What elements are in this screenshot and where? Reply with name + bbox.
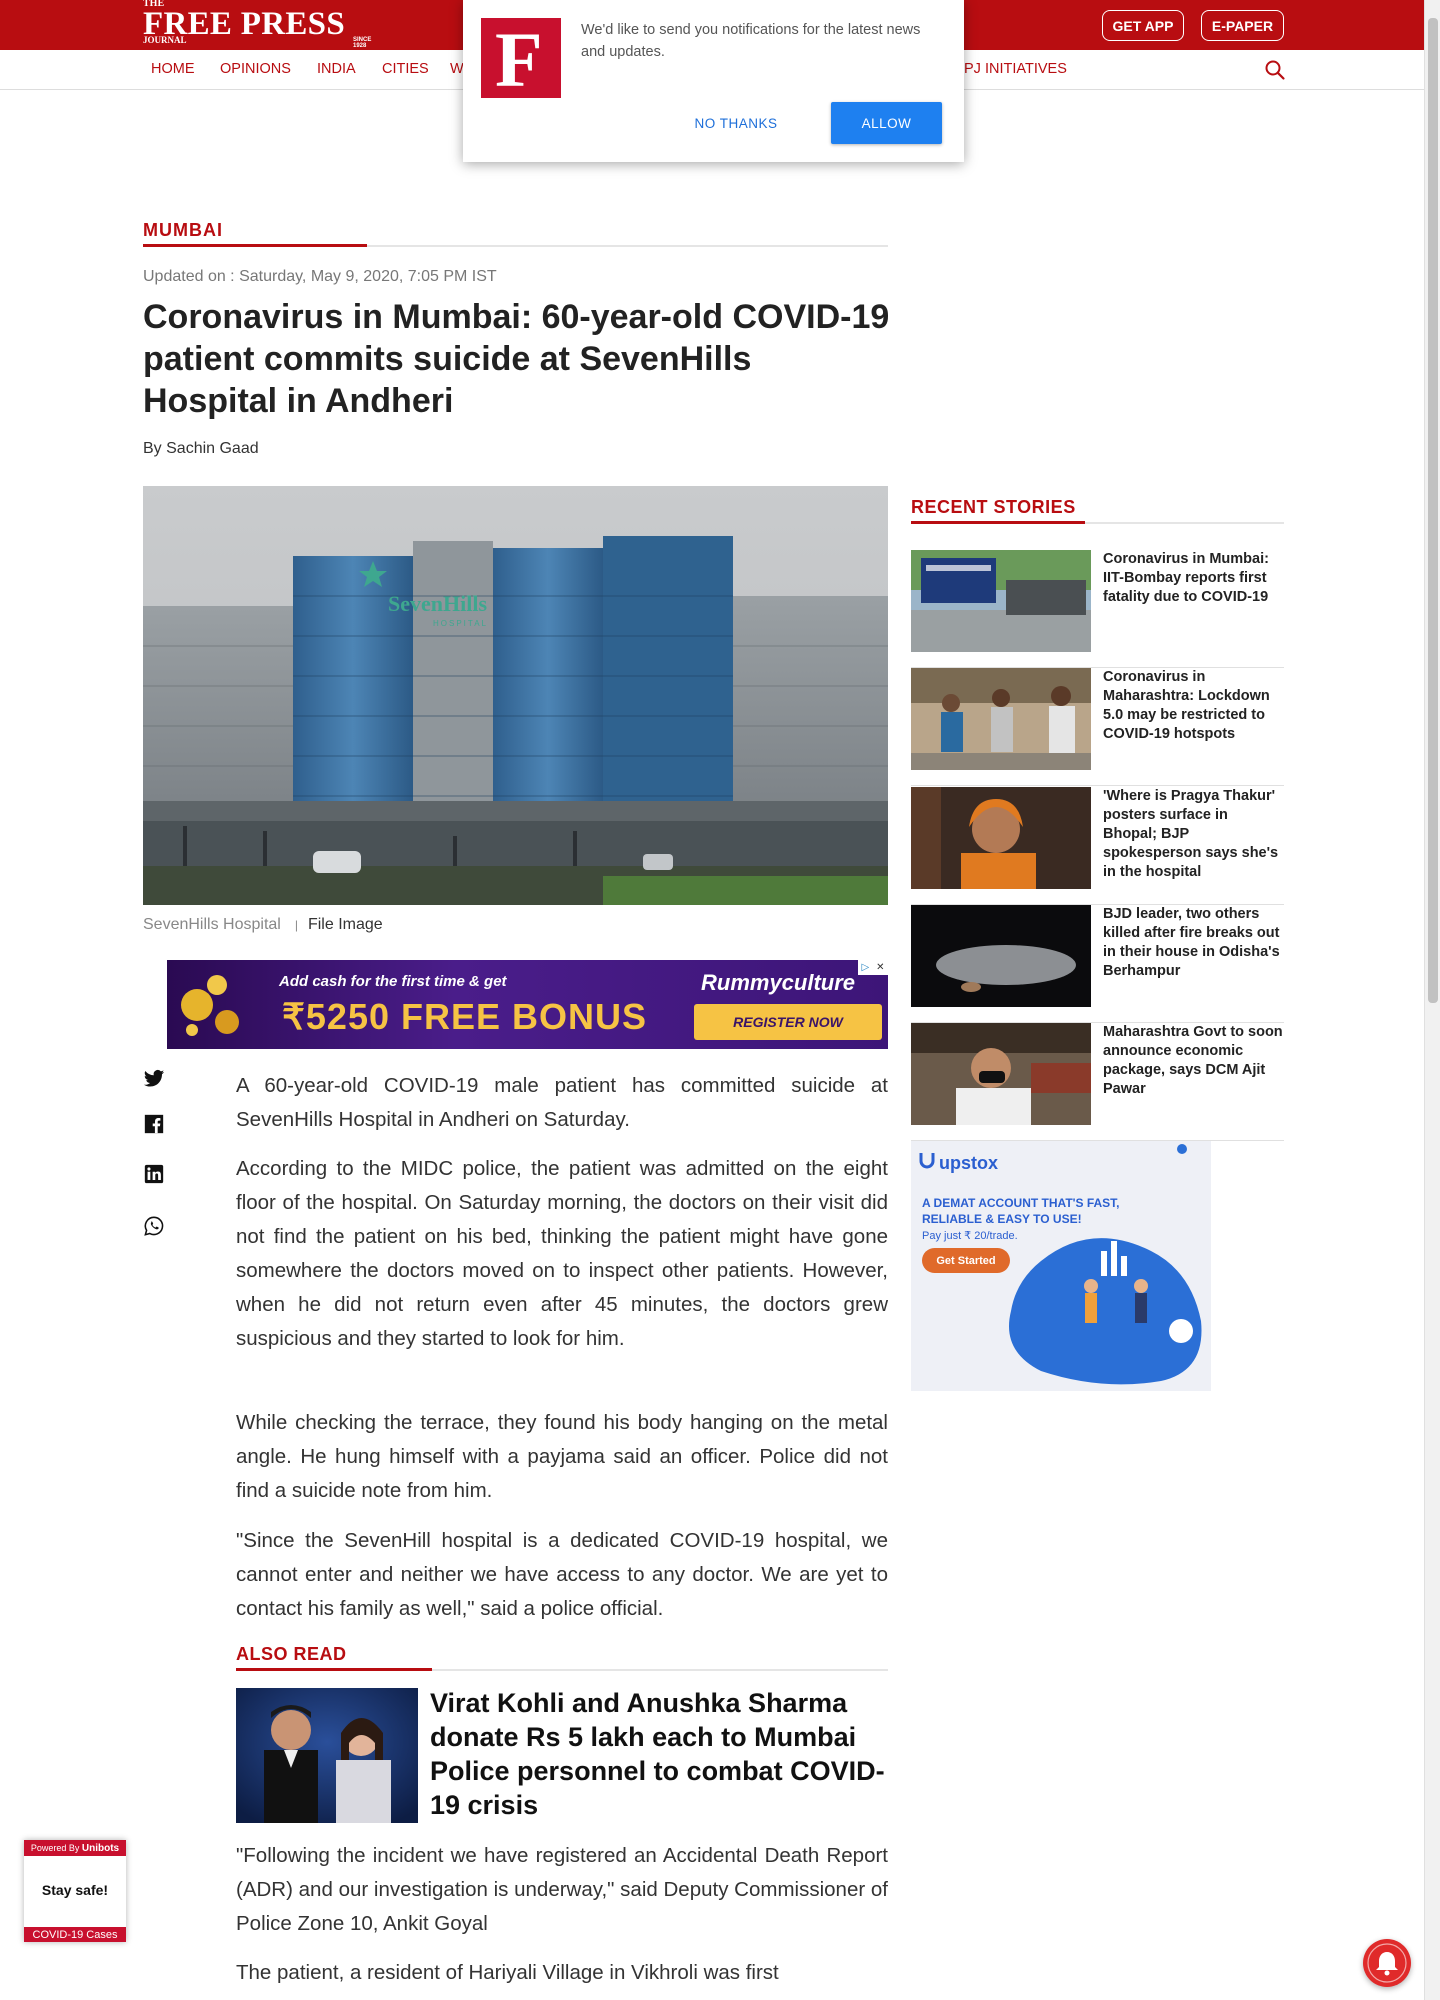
article-paragraph: The patient, a resident of Hariyali Vill… bbox=[236, 1961, 779, 1984]
bell-icon bbox=[1367, 1943, 1407, 1983]
upstox-subline: Pay just ₹ 20/trade. bbox=[922, 1230, 1018, 1242]
notification-popup: F We'd like to send you notifications fo… bbox=[463, 0, 964, 162]
widget-footer: COVID-19 Cases bbox=[24, 1927, 126, 1942]
category-divider bbox=[143, 244, 888, 247]
byline[interactable]: By Sachin Gaad bbox=[143, 440, 259, 458]
also-read-divider bbox=[236, 1668, 888, 1671]
ad-line1: Add cash for the first time & get bbox=[279, 973, 507, 990]
upstox-get-started-button[interactable]: Get Started bbox=[922, 1248, 1010, 1273]
get-app-button[interactable]: GET APP bbox=[1102, 10, 1184, 41]
article-paragraph: "Since the SevenHill hospital is a dedic… bbox=[236, 1529, 888, 1620]
recent-story[interactable]: Coronavirus in Maharashtra: Lockdown 5.0… bbox=[911, 668, 1284, 786]
widget-message: Stay safe! bbox=[41, 1882, 109, 1898]
unibots-brand: Unibots bbox=[81, 1842, 120, 1854]
nav-opinions[interactable]: OPINIONS bbox=[220, 61, 291, 77]
recent-stories-divider bbox=[911, 521, 1284, 524]
powered-by-label: Powered By bbox=[30, 1843, 80, 1853]
search-icon[interactable] bbox=[1264, 59, 1286, 81]
article-paragraph: "Following the incident we have register… bbox=[236, 1844, 888, 1935]
ad-register-button[interactable]: REGISTER NOW bbox=[694, 1004, 882, 1040]
story-title: BJD leader, two others killed after fire… bbox=[1103, 906, 1280, 979]
story-title: Maharashtra Govt to soon announce econom… bbox=[1103, 1024, 1283, 1097]
category-label[interactable]: MUMBAI bbox=[143, 220, 223, 241]
popup-message: We'd like to send you notifications for … bbox=[581, 22, 921, 60]
ad-brand: Rummyculture bbox=[701, 970, 856, 995]
hospital-sign: SevenHills bbox=[388, 591, 487, 616]
nav-fpj-initiatives[interactable]: PJ INITIATIVES bbox=[964, 61, 1067, 77]
article-paragraph: A 60-year-old COVID-19 male patient has … bbox=[236, 1074, 888, 1131]
unibots-widget[interactable]: Powered By Unibots Stay safe! COVID-19 C… bbox=[24, 1840, 126, 1942]
notification-bell-button[interactable] bbox=[1363, 1939, 1411, 1987]
story-thumbnail bbox=[911, 787, 1091, 889]
article-title: Coronavirus in Mumbai: 60-year-old COVID… bbox=[143, 298, 890, 420]
also-read-thumbnail[interactable] bbox=[236, 1688, 418, 1823]
also-read-title[interactable]: Virat Kohli and Anushka Sharma donate Rs… bbox=[430, 1686, 890, 1822]
recent-story[interactable]: Coronavirus in Mumbai: IIT-Bombay report… bbox=[911, 550, 1284, 668]
nav-india[interactable]: INDIA bbox=[317, 61, 356, 77]
logo-since: SINCE 1928 bbox=[353, 37, 372, 49]
epaper-button[interactable]: E-PAPER bbox=[1201, 10, 1284, 41]
page-scrollbar[interactable] bbox=[1424, 0, 1440, 2000]
story-thumbnail bbox=[911, 550, 1091, 652]
ad-offer: ₹5250 FREE BONUS bbox=[282, 996, 648, 1037]
story-title: Coronavirus in Maharashtra: Lockdown 5.0… bbox=[1103, 669, 1270, 742]
story-thumbnail bbox=[911, 668, 1091, 770]
story-thumbnail bbox=[911, 1023, 1091, 1125]
nav-world[interactable]: W bbox=[450, 61, 464, 77]
twitter-icon[interactable] bbox=[143, 1067, 165, 1089]
unibots-header: Powered By Unibots bbox=[24, 1840, 126, 1856]
upstox-brand: upstox bbox=[939, 1153, 999, 1173]
recent-story[interactable]: Maharashtra Govt to soon announce econom… bbox=[911, 1023, 1284, 1141]
fpj-app-logo: F bbox=[481, 16, 561, 103]
facebook-icon[interactable] bbox=[143, 1113, 165, 1135]
recent-story[interactable]: 'Where is Pragya Thakur' posters surface… bbox=[911, 787, 1284, 905]
linkedin-icon[interactable] bbox=[143, 1163, 165, 1185]
rummyculture-ad[interactable]: Add cash for the first time & get ₹5250 … bbox=[167, 960, 888, 1049]
story-thumbnail bbox=[911, 905, 1091, 1007]
no-thanks-button[interactable]: NO THANKS bbox=[686, 103, 786, 143]
allow-button[interactable]: ALLOW bbox=[831, 102, 942, 144]
updated-timestamp: Updated on : Saturday, May 9, 2020, 7:05… bbox=[143, 268, 497, 285]
caption-credit: File Image bbox=[307, 916, 383, 933]
article-paragraph: According to the MIDC police, the patien… bbox=[236, 1157, 888, 1350]
caption-text: SevenHills Hospital bbox=[143, 916, 281, 933]
upstox-headline: A DEMAT ACCOUNT THAT'S FAST, RELIABLE & … bbox=[922, 1196, 1120, 1226]
nav-home[interactable]: HOME bbox=[151, 61, 195, 77]
also-read-label: ALSO READ bbox=[236, 1644, 347, 1664]
recent-story[interactable]: BJD leader, two others killed after fire… bbox=[911, 905, 1284, 1023]
article-paragraph: While checking the terrace, they found h… bbox=[236, 1411, 888, 1502]
image-caption: SevenHills Hospital | File Image bbox=[143, 916, 383, 933]
ad-close-icon[interactable]: ▷ ✕ bbox=[858, 960, 888, 975]
hero-image: SevenHills HOSPITAL bbox=[143, 486, 888, 905]
logo-journal: JOURNAL bbox=[143, 35, 187, 45]
hospital-sign-sub: HOSPITAL bbox=[433, 619, 488, 628]
recent-stories-heading: RECENT STORIES bbox=[911, 497, 1076, 517]
story-title: Coronavirus in Mumbai: IIT-Bombay report… bbox=[1103, 551, 1269, 605]
whatsapp-icon[interactable] bbox=[143, 1215, 165, 1237]
upstox-ad[interactable]: upstox A DEMAT ACCOUNT THAT'S FAST, RELI… bbox=[911, 1141, 1211, 1391]
story-title: 'Where is Pragya Thakur' posters surface… bbox=[1103, 788, 1279, 880]
scrollbar-thumb[interactable] bbox=[1428, 18, 1438, 1003]
nav-cities[interactable]: CITIES bbox=[382, 61, 429, 77]
logo-letter: F bbox=[495, 16, 543, 103]
